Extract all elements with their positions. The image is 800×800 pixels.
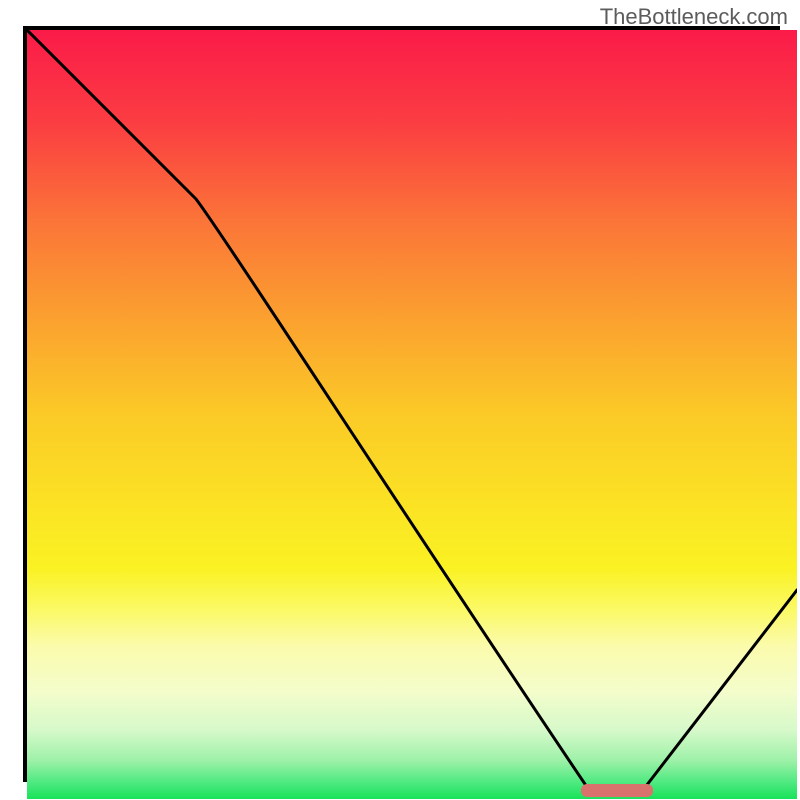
chart-container: TheBottleneck.com <box>0 0 800 800</box>
watermark-text: TheBottleneck.com <box>600 4 788 30</box>
optimal-range-marker <box>27 30 797 799</box>
plot-area <box>27 30 797 799</box>
